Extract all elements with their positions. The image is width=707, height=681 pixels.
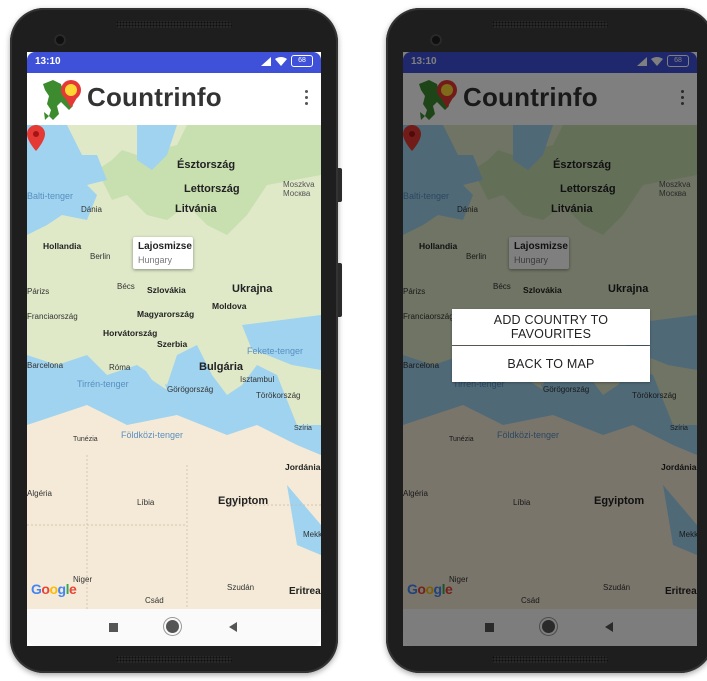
- phone-frame-right: 13:10 68 Countrinfo: [386, 8, 707, 673]
- power-button: [338, 263, 342, 317]
- marker-info-subtitle: Hungary: [138, 255, 173, 265]
- back-icon[interactable]: [229, 622, 237, 632]
- map-label-berlin: Berlin: [90, 252, 111, 261]
- overflow-menu-icon[interactable]: [305, 90, 309, 108]
- map-view[interactable]: Észtország Lettország Moszkva Москва Bal…: [27, 125, 321, 609]
- wifi-icon: [275, 56, 287, 66]
- map-label-greece: Görögország: [167, 385, 214, 394]
- screen-dialog-view: 13:10 68 Countrinfo: [403, 52, 697, 646]
- app-bar: Countrinfo: [27, 73, 321, 125]
- front-camera: [54, 34, 66, 46]
- add-to-favourites-button[interactable]: ADD COUNTRY TO FAVOURITES: [452, 309, 650, 345]
- map-label-moscow-hu: Moszkva: [283, 180, 315, 189]
- map-label-turkey: Törökország: [256, 391, 301, 400]
- app-title: Countrinfo: [87, 82, 222, 112]
- phone-frame-left: 13:10 68 Countrinfo Észtország Lettorszá…: [10, 8, 342, 673]
- recents-icon[interactable]: [109, 623, 118, 632]
- map-label-france: Franciaország: [27, 312, 78, 321]
- google-logo: Google: [31, 581, 77, 597]
- map-label-sudan: Szudán: [227, 583, 255, 592]
- location-marker-icon[interactable]: [27, 125, 45, 151]
- map-label-libya: Líbia: [137, 498, 155, 507]
- status-bar: 13:10 68: [27, 52, 321, 73]
- map-label-estonia: Észtország: [177, 159, 236, 171]
- map-label-vienna: Bécs: [117, 282, 135, 291]
- map-label-tyrrhenian-sea: Tirrén-tenger: [77, 379, 129, 389]
- map-label-egypt: Egyiptom: [218, 495, 269, 507]
- speaker-grille-top: [116, 21, 232, 28]
- map-label-rome: Róma: [109, 363, 131, 372]
- map-label-baltic-sea: Balti-tenger: [27, 191, 74, 201]
- map-label-netherlands: Hollandia: [43, 241, 82, 251]
- system-nav-bar: [27, 609, 321, 646]
- map-label-paris: Párizs: [27, 287, 50, 296]
- home-icon[interactable]: [166, 620, 179, 633]
- map-label-eritrea: Eritrea: [289, 586, 321, 597]
- map-label-tunisia: Tunézia: [73, 436, 98, 443]
- map-label-denmark: Dánia: [81, 205, 102, 214]
- map-label-slovakia: Szlovákia: [147, 285, 186, 295]
- map-label-mecca: Mekka: [303, 530, 321, 539]
- signal-icon: [261, 56, 271, 66]
- status-time: 13:10: [35, 56, 61, 67]
- map-label-lithuania: Litvánia: [175, 203, 217, 215]
- map-label-istanbul: Isztambul: [240, 375, 275, 384]
- map-label-moldova: Moldova: [212, 301, 247, 311]
- map-label-ukraine: Ukrajna: [232, 283, 273, 295]
- status-icons: 68: [261, 55, 313, 67]
- map-label-algeria: Algéria: [27, 489, 52, 498]
- map-label-bulgaria: Bulgária: [199, 361, 244, 373]
- map-label-hungary: Magyarország: [137, 309, 195, 319]
- map-label-moscow-ru: Москва: [283, 189, 311, 198]
- volume-button: [338, 168, 342, 202]
- map-label-chad: Csád: [145, 596, 164, 605]
- speaker-grille-top: [492, 21, 608, 28]
- back-to-map-button[interactable]: BACK TO MAP: [452, 346, 650, 382]
- screen-map-view: 13:10 68 Countrinfo Észtország Lettorszá…: [27, 52, 321, 646]
- map-label-mediterranean-sea: Földközi-tenger: [121, 430, 184, 440]
- map-label-serbia: Szerbia: [157, 339, 188, 349]
- map-label-croatia: Horvátország: [103, 328, 158, 338]
- app-logo-icon: [43, 80, 81, 120]
- speaker-grille-bottom: [116, 656, 232, 663]
- marker-info-window[interactable]: Lajosmizse Hungary: [133, 237, 193, 269]
- map-label-syria: Szíria: [294, 425, 312, 432]
- battery-icon: 68: [291, 55, 313, 67]
- map-label-barcelona: Barcelona: [27, 361, 64, 370]
- marker-info-title: Lajosmizse: [138, 241, 192, 252]
- map-label-black-sea: Fekete-tenger: [247, 346, 304, 356]
- speaker-grille-bottom: [492, 656, 608, 663]
- map-label-jordan: Jordánia: [285, 462, 321, 472]
- map-label-latvia: Lettország: [184, 183, 240, 195]
- country-action-dialog: ADD COUNTRY TO FAVOURITES BACK TO MAP: [452, 309, 650, 382]
- front-camera: [430, 34, 442, 46]
